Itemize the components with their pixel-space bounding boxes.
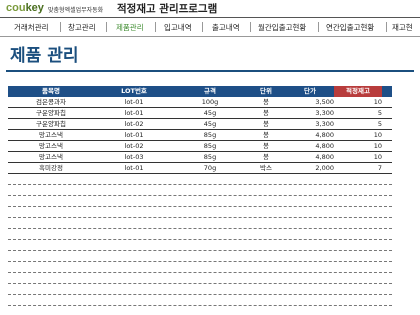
cell-name[interactable]: 검은콩과자: [8, 97, 94, 107]
empty-row[interactable]: [8, 284, 392, 295]
cell-lot[interactable]: lot-01: [94, 163, 174, 173]
table-row[interactable]: 구운양파칩 lot-01 45g 봉 3,300 5: [8, 108, 392, 119]
cell-price[interactable]: 4,800: [286, 141, 334, 151]
table-row[interactable]: 흑미강정 lot-01 70g 박스 2,000 7: [8, 163, 392, 174]
cell-unit[interactable]: 봉: [246, 108, 286, 118]
cell-name[interactable]: 흑미강정: [8, 163, 94, 173]
cell-name[interactable]: 망고스낵: [8, 130, 94, 140]
nav-tab-inbound[interactable]: 입고내역: [164, 22, 192, 33]
cell-price[interactable]: 3,500: [286, 97, 334, 107]
main-nav: 거래처관리 창고관리 제품관리 입고내역 출고내역 월간입출고현황 연간입출고현…: [0, 18, 420, 37]
nav-separator: [318, 22, 319, 32]
cell-lot[interactable]: lot-01: [94, 130, 174, 140]
cell-stock[interactable]: 10: [334, 130, 382, 140]
cell-lot[interactable]: lot-02: [94, 141, 174, 151]
empty-row[interactable]: [8, 174, 392, 185]
cell-lot[interactable]: lot-03: [94, 152, 174, 162]
cell-stock[interactable]: 5: [334, 119, 382, 129]
cell-stock[interactable]: 5: [334, 108, 382, 118]
empty-row[interactable]: [8, 185, 392, 196]
cell-stock[interactable]: 10: [334, 141, 382, 151]
empty-row[interactable]: [8, 207, 392, 218]
nav-separator: [202, 22, 203, 32]
col-header-spec: 규격: [204, 87, 216, 95]
cell-name[interactable]: 구운양파칩: [8, 108, 94, 118]
empty-row[interactable]: [8, 196, 392, 207]
cell-spec[interactable]: 70g: [174, 163, 246, 173]
product-table: 품목명 LOT번호 규격 단위 단가 적정재고 검은콩과자 lot-01 100…: [8, 86, 392, 306]
page-title: 제품 관리: [10, 46, 79, 66]
cell-unit[interactable]: 봉: [246, 97, 286, 107]
empty-row[interactable]: [8, 295, 392, 306]
table-header: 품목명 LOT번호 규격 단위 단가 적정재고: [8, 86, 392, 97]
cell-price[interactable]: 4,800: [286, 152, 334, 162]
nav-separator: [250, 22, 251, 32]
nav-separator: [106, 22, 107, 32]
cell-unit[interactable]: 봉: [246, 141, 286, 151]
cell-lot[interactable]: lot-02: [94, 119, 174, 129]
cell-spec[interactable]: 45g: [174, 108, 246, 118]
empty-row[interactable]: [8, 251, 392, 262]
cell-stock[interactable]: 7: [334, 163, 382, 173]
empty-row[interactable]: [8, 229, 392, 240]
cell-lot[interactable]: lot-01: [94, 97, 174, 107]
nav-tab-vendors[interactable]: 거래처관리: [14, 22, 49, 33]
cell-unit[interactable]: 봉: [246, 130, 286, 140]
col-header-stock: 적정재고: [334, 86, 382, 97]
cell-unit[interactable]: 봉: [246, 152, 286, 162]
col-header-price: 단가: [304, 87, 316, 95]
app-title: 적정재고 관리프로그램: [117, 3, 218, 15]
cell-spec[interactable]: 85g: [174, 152, 246, 162]
empty-row[interactable]: [8, 273, 392, 284]
table-row[interactable]: 구운양파칩 lot-02 45g 봉 3,300 5: [8, 119, 392, 130]
empty-row[interactable]: [8, 240, 392, 251]
app-header: coukey 맞춤형엑셀업무자동화 적정재고 관리프로그램: [0, 0, 420, 18]
cell-name[interactable]: 구운양파칩: [8, 119, 94, 129]
cell-stock[interactable]: 10: [334, 152, 382, 162]
cell-price[interactable]: 3,300: [286, 119, 334, 129]
empty-row[interactable]: [8, 218, 392, 229]
table-row[interactable]: 망고스낵 lot-03 85g 봉 4,800 10: [8, 152, 392, 163]
cell-price[interactable]: 4,800: [286, 130, 334, 140]
cell-spec[interactable]: 45g: [174, 119, 246, 129]
cell-unit[interactable]: 박스: [246, 163, 286, 173]
cell-price[interactable]: 3,300: [286, 108, 334, 118]
nav-tab-monthly[interactable]: 월간입출고현황: [258, 22, 306, 33]
empty-row[interactable]: [8, 262, 392, 273]
cell-stock[interactable]: 10: [334, 97, 382, 107]
nav-tab-products[interactable]: 제품관리: [116, 22, 144, 33]
nav-separator: [155, 22, 156, 32]
nav-separator: [386, 22, 387, 32]
col-header-name: 품목명: [42, 87, 60, 95]
cell-unit[interactable]: 봉: [246, 119, 286, 129]
col-header-unit: 단위: [260, 87, 272, 95]
cell-lot[interactable]: lot-01: [94, 108, 174, 118]
cell-spec[interactable]: 85g: [174, 130, 246, 140]
nav-tab-yearly[interactable]: 연간입출고현황: [326, 22, 374, 33]
table-row[interactable]: 검은콩과자 lot-01 100g 봉 3,500 10: [8, 97, 392, 108]
cell-price[interactable]: 2,000: [286, 163, 334, 173]
cell-spec[interactable]: 100g: [174, 97, 246, 107]
table-row[interactable]: 망고스낵 lot-02 85g 봉 4,800 10: [8, 141, 392, 152]
coukey-logo: coukey: [6, 2, 44, 14]
table-row[interactable]: 망고스낵 lot-01 85g 봉 4,800 10: [8, 130, 392, 141]
title-underline: [6, 70, 414, 72]
nav-separator: [60, 22, 61, 32]
cell-name[interactable]: 망고스낵: [8, 152, 94, 162]
col-header-lot: LOT번호: [121, 87, 147, 95]
nav-tab-outbound[interactable]: 출고내역: [212, 22, 240, 33]
nav-tab-warehouses[interactable]: 창고관리: [68, 22, 96, 33]
brand-tagline: 맞춤형엑셀업무자동화: [48, 7, 104, 14]
nav-tab-stock[interactable]: 재고현: [392, 22, 413, 33]
cell-spec[interactable]: 85g: [174, 141, 246, 151]
logo-text-1: cou: [6, 2, 26, 14]
logo-text-2: key: [25, 2, 44, 14]
cell-name[interactable]: 망고스낵: [8, 141, 94, 151]
